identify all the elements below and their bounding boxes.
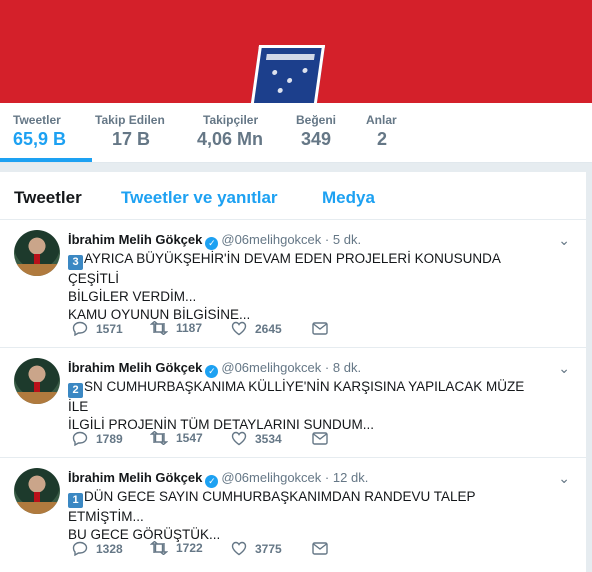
direct-message-button[interactable] — [312, 431, 336, 445]
avatar[interactable] — [14, 230, 60, 276]
profile-stats-bar: Tweetler 65,9 B Takip Edilen 17 B Takipç… — [0, 103, 592, 163]
stat-value: 2 — [377, 129, 388, 149]
like-count: 2645 — [255, 322, 282, 336]
envelope-icon — [312, 432, 328, 445]
tab-tweets[interactable]: Tweetler — [14, 188, 82, 208]
reply-count: 1328 — [96, 542, 123, 556]
retweet-count: 1187 — [176, 321, 203, 335]
tweet-text: 2 SN CUMHURBAŞKANIMA KÜLLİYE'NİN KARŞISIN… — [68, 378, 548, 434]
reply-button[interactable]: 1571 — [72, 321, 123, 337]
avatar[interactable] — [14, 358, 60, 404]
stat-followers[interactable]: Takipçiler 4,06 Mn — [197, 113, 263, 150]
stat-value: 4,06 Mn — [197, 129, 264, 149]
like-button[interactable]: 3775 — [231, 541, 282, 556]
direct-message-button[interactable] — [312, 541, 336, 555]
tweet-author-handle[interactable]: @06melihgokcek — [221, 470, 321, 485]
tweet-author-name[interactable]: İbrahim Melih Gökçek — [68, 470, 202, 485]
tweet-header: İbrahim Melih Gökçek ✓ @06melihgokcek · 12… — [68, 470, 368, 488]
tweet-item[interactable]: İbrahim Melih Gökçek ✓ @06melihgokcek · 5 … — [0, 220, 586, 348]
heart-icon — [231, 541, 247, 556]
tweet-author-name[interactable]: İbrahim Melih Gökçek — [68, 232, 202, 247]
heart-icon — [231, 321, 247, 336]
tweet-item[interactable]: İbrahim Melih Gökçek ✓ @06melihgokcek · 8 … — [0, 348, 586, 458]
tweet-author-handle[interactable]: @06melihgokcek — [221, 232, 321, 247]
stat-label: Takipçiler — [203, 113, 259, 127]
tweet-timeline: Tweetler Tweetler ve yanıtlar Medya İbra… — [0, 172, 586, 572]
tweet-line: SN CUMHURBAŞKANIMA KÜLLİYE'NİN KARŞISINA… — [68, 379, 525, 414]
tweet-timestamp[interactable]: 12 dk. — [333, 470, 368, 485]
stat-label: Tweetler — [13, 113, 61, 127]
retweet-count: 1547 — [176, 431, 203, 445]
tweet-line: DÜN GECE SAYIN CUMHURBAŞKANIMDAN RANDEVU… — [68, 489, 476, 524]
banner-logo — [250, 45, 326, 103]
direct-message-button[interactable] — [312, 321, 336, 335]
avatar[interactable] — [14, 468, 60, 514]
verified-badge-icon: ✓ — [205, 475, 219, 488]
separator-dot: · — [324, 232, 330, 247]
tweet-line: AYRICA BÜYÜKŞEHİR'İN DEVAM EDEN PROJELER… — [68, 251, 501, 286]
tweet-line: BU GECE GÖRÜŞTÜK... — [68, 527, 221, 542]
retweet-icon — [149, 540, 169, 556]
chevron-down-icon[interactable]: ⌄ — [558, 360, 570, 377]
stat-following[interactable]: Takip Edilen 17 B — [95, 113, 165, 150]
envelope-icon — [312, 322, 328, 335]
stat-moments[interactable]: Anlar 2 — [366, 113, 397, 150]
stat-tweets[interactable]: Tweetler 65,9 B — [13, 113, 66, 150]
active-stat-underline — [0, 158, 92, 162]
reply-icon — [72, 321, 88, 337]
stat-value: 65,9 B — [13, 129, 67, 149]
tweet-header: İbrahim Melih Gökçek ✓ @06melihgokcek · 8 … — [68, 360, 361, 378]
like-count: 3775 — [255, 542, 282, 556]
tweet-line: BİLGİLER VERDİM... — [68, 289, 197, 304]
stat-value: 17 B — [112, 129, 151, 149]
tab-tweets-and-replies[interactable]: Tweetler ve yanıtlar — [121, 188, 278, 208]
tweet-text: 3 AYRICA BÜYÜKŞEHİR'İN DEVAM EDEN PROJELE… — [68, 250, 548, 324]
verified-badge-icon: ✓ — [205, 237, 219, 250]
tweet-text: 1 DÜN GECE SAYIN CUMHURBAŞKANIMDAN RANDEV… — [68, 488, 548, 544]
verified-badge-icon: ✓ — [205, 365, 219, 378]
separator-dot: · — [324, 360, 330, 375]
tweet-timestamp[interactable]: 8 dk. — [333, 360, 361, 375]
retweet-button[interactable]: 1547 — [149, 430, 203, 446]
like-button[interactable]: 3534 — [231, 431, 282, 446]
stat-label: Takip Edilen — [95, 113, 165, 127]
retweet-icon — [149, 430, 169, 446]
like-button[interactable]: 2645 — [231, 321, 282, 336]
chevron-down-icon[interactable]: ⌄ — [558, 470, 570, 487]
tweet-line: İLGİLİ PROJENİN TÜM DETAYLARINI SUNDUM..… — [68, 417, 375, 432]
reply-button[interactable]: 1328 — [72, 541, 123, 557]
retweet-count: 1722 — [176, 541, 203, 555]
tweet-header: İbrahim Melih Gökçek ✓ @06melihgokcek · 5 … — [68, 232, 361, 250]
retweet-button[interactable]: 1187 — [149, 320, 203, 336]
profile-banner — [0, 0, 592, 103]
reply-icon — [72, 431, 88, 447]
keycap-number-icon: 2 — [68, 383, 83, 398]
reply-icon — [72, 541, 88, 557]
tweet-line: KAMU OYUNUN BİLGİSİNE... — [68, 307, 251, 322]
keycap-number-icon: 3 — [68, 255, 83, 270]
stat-label: Anlar — [366, 113, 397, 127]
chevron-down-icon[interactable]: ⌄ — [558, 232, 570, 249]
tweet-item[interactable]: İbrahim Melih Gökçek ✓ @06melihgokcek · 12… — [0, 458, 586, 572]
heart-icon — [231, 431, 247, 446]
stat-likes[interactable]: Beğeni 349 — [296, 113, 336, 150]
tweet-author-handle[interactable]: @06melihgokcek — [221, 360, 321, 375]
tweet-timestamp[interactable]: 5 dk. — [333, 232, 361, 247]
tab-media[interactable]: Medya — [322, 188, 375, 208]
like-count: 3534 — [255, 432, 282, 446]
reply-count: 1571 — [96, 322, 123, 336]
separator-dot: · — [324, 470, 330, 485]
reply-count: 1789 — [96, 432, 123, 446]
retweet-icon — [149, 320, 169, 336]
keycap-number-icon: 1 — [68, 493, 83, 508]
envelope-icon — [312, 542, 328, 555]
stat-value: 349 — [301, 129, 332, 149]
reply-button[interactable]: 1789 — [72, 431, 123, 447]
tweet-author-name[interactable]: İbrahim Melih Gökçek — [68, 360, 202, 375]
timeline-tabs: Tweetler Tweetler ve yanıtlar Medya — [0, 172, 586, 220]
retweet-button[interactable]: 1722 — [149, 540, 203, 556]
stat-label: Beğeni — [296, 113, 337, 127]
